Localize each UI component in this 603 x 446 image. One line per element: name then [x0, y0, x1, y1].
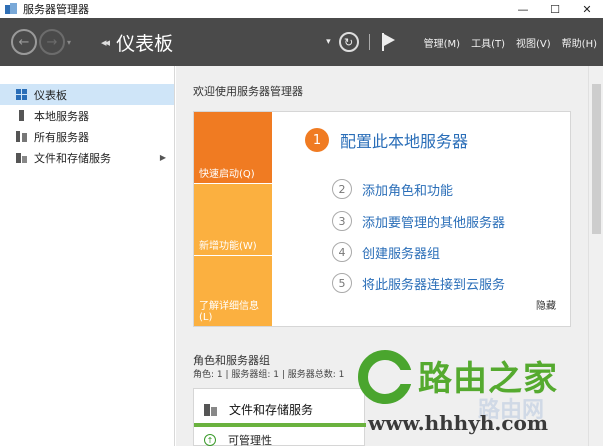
sidebar-item-label: 本地服务器 [34, 109, 89, 123]
role-card-header: 文件和存储服务 [204, 401, 313, 418]
step-add-servers[interactable]: 3 添加要管理的其他服务器 [332, 211, 505, 231]
step-link[interactable]: 配置此本地服务器 [340, 128, 468, 152]
role-status-bar [194, 423, 366, 427]
roles-section-title: 角色和服务器组 [193, 354, 270, 367]
role-status-label: 可管理性 [228, 434, 272, 446]
tile-whats-new[interactable]: 新增功能(W) [194, 184, 272, 255]
menu-help[interactable]: 帮助(H) [562, 35, 597, 50]
step-link[interactable]: 将此服务器连接到云服务 [362, 274, 505, 293]
server-manager-icon [5, 3, 17, 15]
refresh-icon: ↻ [344, 35, 354, 49]
forward-button[interactable]: → [39, 29, 65, 55]
sidebar-item-label: 所有服务器 [34, 130, 89, 144]
minimize-button[interactable]: — [507, 0, 539, 18]
notifications-flag-icon[interactable] [381, 33, 396, 51]
step-add-roles[interactable]: 2 添加角色和功能 [332, 179, 453, 199]
welcome-title: 欢迎使用服务器管理器 [193, 85, 303, 98]
step-configure-local-server[interactable]: 1 配置此本地服务器 [305, 128, 468, 152]
scrollbar-thumb[interactable] [592, 84, 601, 234]
hide-link[interactable]: 隐藏 [536, 297, 556, 312]
step-number-badge: 3 [332, 211, 352, 231]
server-icon [19, 110, 24, 121]
sidebar-item-dashboard[interactable]: 仪表板 [0, 84, 174, 105]
step-number-badge: 5 [332, 273, 352, 293]
sidebar-item-all-servers[interactable]: 所有服务器 [0, 126, 174, 147]
storage-icon [16, 152, 27, 163]
back-arrow-icon: ← [18, 34, 30, 50]
step-create-group[interactable]: 4 创建服务器组 [332, 242, 440, 262]
sidebar-item-file-storage[interactable]: 文件和存储服务 ▶ [0, 147, 174, 168]
role-status-row[interactable]: ↑ 可管理性 [204, 432, 272, 446]
window-title: 服务器管理器 [23, 3, 89, 16]
forward-arrow-icon: → [46, 34, 58, 50]
storage-icon [204, 403, 217, 416]
tile-label: 了解详细信息(L) [199, 301, 259, 323]
step-connect-cloud[interactable]: 5 将此服务器连接到云服务 [332, 273, 505, 293]
chevron-right-icon: ▶ [159, 153, 166, 162]
maximize-button[interactable]: ☐ [539, 0, 571, 18]
step-number-badge: 4 [332, 242, 352, 262]
breadcrumb-dropdown-icon[interactable]: ▾ [326, 37, 331, 47]
watermark-logo [358, 350, 414, 404]
roles-counts: 角色: 1 | 服务器组: 1 | 服务器总数: 1 [193, 370, 345, 380]
back-button[interactable]: ← [11, 29, 37, 55]
page-title: 仪表板 [116, 32, 174, 55]
step-number-badge: 2 [332, 179, 352, 199]
toolbar-divider [368, 34, 370, 50]
step-link[interactable]: 添加角色和功能 [362, 180, 453, 199]
step-number-badge: 1 [305, 128, 329, 152]
step-link[interactable]: 添加要管理的其他服务器 [362, 212, 505, 231]
window-controls: — ☐ ✕ [507, 0, 603, 18]
menu-tools[interactable]: 工具(T) [471, 35, 505, 50]
welcome-panel: 快速启动(Q) 新增功能(W) 了解详细信息(L) 1 配置此本地服务器 2 添… [193, 111, 571, 327]
menu-view[interactable]: 视图(V) [516, 35, 551, 50]
servers-icon [16, 131, 27, 142]
tile-learn-more[interactable]: 了解详细信息(L) [194, 256, 272, 326]
refresh-button[interactable]: ↻ [338, 32, 359, 52]
sidebar-item-local-server[interactable]: 本地服务器 [0, 105, 174, 126]
toolbar: ← → ▾ ◂◂ 仪表板 ▾ ↻ 管理(M) 工具(T) 视图(V) 帮助(H) [0, 18, 603, 66]
role-card-file-storage[interactable]: 文件和存储服务 ↑ 可管理性 [193, 388, 366, 446]
watermark-url: www.hhhyh.com [368, 411, 549, 435]
welcome-tiles: 快速启动(Q) 新增功能(W) 了解详细信息(L) [194, 112, 272, 326]
sidebar: 仪表板 本地服务器 所有服务器 文件和存储服务 ▶ [0, 66, 175, 446]
title-bar: 服务器管理器 — ☐ ✕ [0, 0, 603, 18]
up-arrow-icon: ↑ [204, 434, 216, 446]
history-dropdown-icon[interactable]: ▾ [67, 38, 71, 47]
menu-manage[interactable]: 管理(M) [424, 35, 460, 50]
sidebar-item-label: 文件和存储服务 [34, 151, 111, 165]
breadcrumb-arrows-icon: ◂◂ [101, 35, 110, 49]
tile-label: 新增功能(W) [199, 241, 257, 252]
dashboard-icon [16, 89, 27, 100]
vertical-scrollbar[interactable] [588, 66, 603, 446]
sidebar-item-label: 仪表板 [34, 88, 67, 102]
tile-quick-start[interactable]: 快速启动(Q) [194, 112, 272, 183]
step-link[interactable]: 创建服务器组 [362, 243, 440, 262]
toolbar-right: ▾ ↻ 管理(M) 工具(T) 视图(V) 帮助(H) [326, 18, 603, 66]
close-button[interactable]: ✕ [571, 0, 603, 18]
role-card-title: 文件和存储服务 [229, 403, 314, 417]
tile-label: 快速启动(Q) [199, 169, 255, 180]
